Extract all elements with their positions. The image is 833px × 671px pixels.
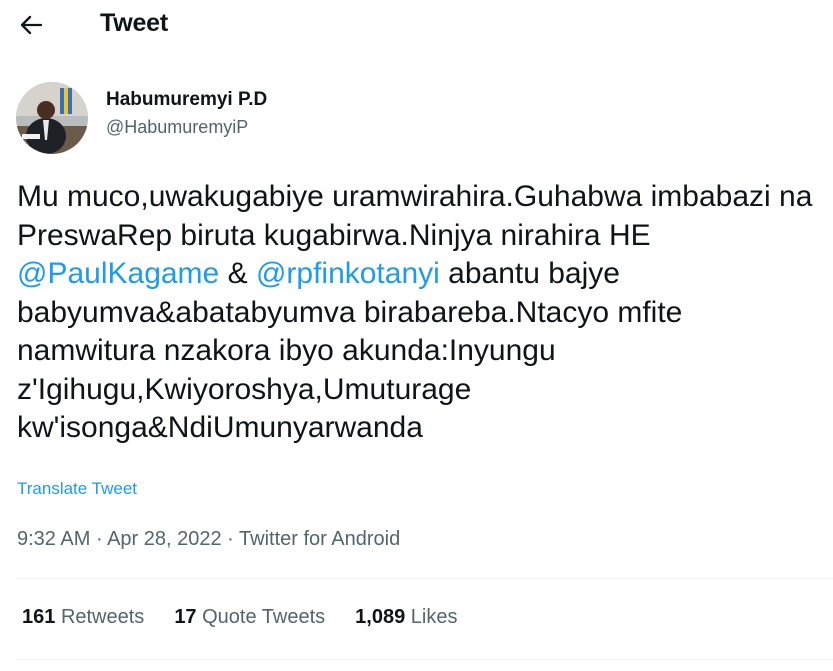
avatar[interactable] — [16, 82, 88, 154]
quote-tweets-label: Quote Tweets — [202, 606, 326, 628]
tweet-date[interactable]: Apr 28, 2022 — [107, 528, 222, 550]
likes-stat[interactable]: 1,089 Likes — [355, 606, 457, 629]
mention-link[interactable]: @PaulKagame — [17, 257, 219, 290]
author-display-name[interactable]: Habumuremyi P.D — [106, 89, 267, 111]
tweet-text-segment: & — [219, 257, 256, 290]
translate-tweet-link[interactable]: Translate Tweet — [17, 479, 137, 499]
divider — [17, 659, 833, 660]
retweets-count: 161 — [22, 606, 56, 628]
tweet-text: Mu muco,uwakugabiye uramwirahira.Guhabwa… — [17, 178, 817, 448]
tweet-source[interactable]: Twitter for Android — [239, 528, 400, 550]
meta-separator: · — [90, 528, 108, 550]
page-title: Tweet — [100, 9, 168, 37]
quote-tweets-stat[interactable]: 17 Quote Tweets — [174, 606, 325, 629]
author-info: Habumuremyi P.D @HabumuremyiP — [106, 89, 267, 138]
back-button[interactable] — [10, 6, 52, 44]
tweet-header: Tweet — [0, 0, 833, 52]
meta-separator: · — [221, 528, 240, 550]
mention-link[interactable]: @rpfinkotanyi — [256, 257, 440, 290]
engagement-stats: 161 Retweets 17 Quote Tweets 1,089 Likes — [22, 606, 488, 629]
tweet-meta: 9:32 AM · Apr 28, 2022 · Twitter for And… — [17, 528, 400, 551]
author-handle[interactable]: @HabumuremyiP — [106, 117, 267, 138]
retweets-label: Retweets — [60, 606, 145, 628]
tweet-text-segment: Mu muco,uwakugabiye uramwirahira.Guhabwa… — [17, 180, 821, 252]
arrow-left-icon — [20, 15, 42, 35]
tweet-time[interactable]: 9:32 AM — [17, 528, 90, 550]
quote-tweets-count: 17 — [174, 606, 197, 628]
likes-label: Likes — [410, 606, 458, 628]
likes-count: 1,089 — [355, 606, 406, 628]
divider — [17, 578, 833, 579]
profile-photo — [16, 82, 88, 154]
retweets-stat[interactable]: 161 Retweets — [22, 606, 144, 629]
